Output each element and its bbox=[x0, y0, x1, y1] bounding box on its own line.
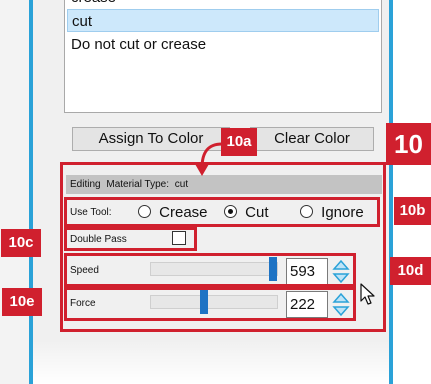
list-item-selected[interactable]: cut bbox=[67, 9, 379, 32]
callout-10: 10 bbox=[386, 123, 431, 165]
left-window-border bbox=[29, 0, 33, 384]
list-item[interactable]: crease bbox=[67, 0, 379, 9]
callout-10c: 10c bbox=[1, 229, 41, 257]
annotation-box-10e bbox=[64, 287, 356, 321]
left-window-edge bbox=[0, 0, 31, 384]
panel-fade bbox=[33, 340, 389, 384]
list-item[interactable]: Do not cut or crease bbox=[67, 33, 379, 56]
annotation-box-10d bbox=[64, 253, 356, 287]
right-window-border bbox=[389, 0, 393, 384]
callout-10b: 10b bbox=[394, 197, 431, 225]
annotation-box-10b bbox=[64, 197, 380, 227]
annotation-box-10c bbox=[64, 227, 197, 251]
callout-10a: 10a bbox=[221, 128, 257, 156]
callout-10d: 10d bbox=[390, 257, 431, 285]
material-type-list[interactable]: crease cut Do not cut or crease bbox=[64, 0, 382, 113]
callout-10e: 10e bbox=[2, 288, 42, 316]
clear-color-button[interactable]: Clear Color bbox=[250, 127, 374, 151]
